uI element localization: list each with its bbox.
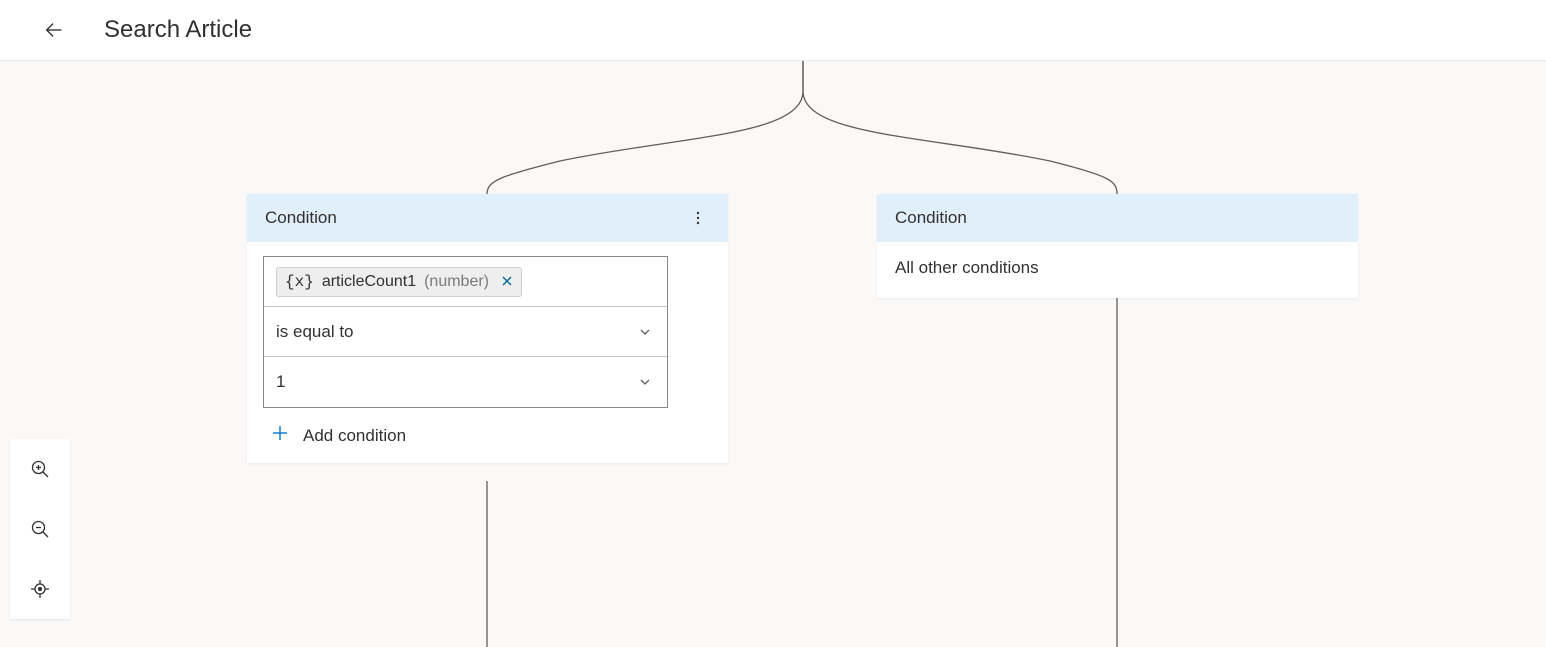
condition-title: Condition [265,208,337,228]
zoom-out-button[interactable] [24,513,56,545]
condition-card-header: Condition [247,194,728,242]
condition-card-left[interactable]: Condition {x} articleCount1 (number) [247,194,728,463]
more-vertical-icon [690,210,706,226]
target-icon [30,579,50,599]
page-title: Search Article [104,16,252,44]
chevron-down-icon [635,322,655,342]
condition-input-stack: {x} articleCount1 (number) is equal to [263,256,668,408]
branch-connector [0,61,1546,647]
add-condition-label: Add condition [303,426,406,446]
condition-body-text: All other conditions [877,242,1358,298]
more-options-button[interactable] [686,206,710,230]
close-icon [501,275,513,287]
chevron-down-icon [635,372,655,392]
condition-title: Condition [895,208,967,228]
operator-label: is equal to [276,322,635,342]
condition-card-header: Condition [877,194,1358,242]
variable-type: (number) [424,273,489,291]
zoom-toolbar [10,439,70,619]
variable-name: articleCount1 [322,273,416,291]
fit-to-screen-button[interactable] [24,573,56,605]
arrow-left-icon [43,19,65,41]
variable-icon: {x} [285,273,314,291]
zoom-in-icon [30,459,50,479]
add-condition-button[interactable]: Add condition [263,424,712,447]
value-label: 1 [276,372,635,392]
value-select[interactable]: 1 [264,357,667,407]
condition-body: {x} articleCount1 (number) is equal to [247,242,728,463]
zoom-out-icon [30,519,50,539]
operator-select[interactable]: is equal to [264,307,667,357]
flow-canvas[interactable]: Condition {x} articleCount1 (number) [0,61,1546,586]
condition-card-right[interactable]: Condition All other conditions [877,194,1358,298]
plus-icon [271,424,289,447]
back-button[interactable] [38,14,70,46]
variable-row[interactable]: {x} articleCount1 (number) [264,257,667,307]
variable-chip[interactable]: {x} articleCount1 (number) [276,267,522,297]
remove-variable-button[interactable] [501,274,513,290]
page-header: Search Article [0,0,1546,61]
zoom-in-button[interactable] [24,453,56,485]
